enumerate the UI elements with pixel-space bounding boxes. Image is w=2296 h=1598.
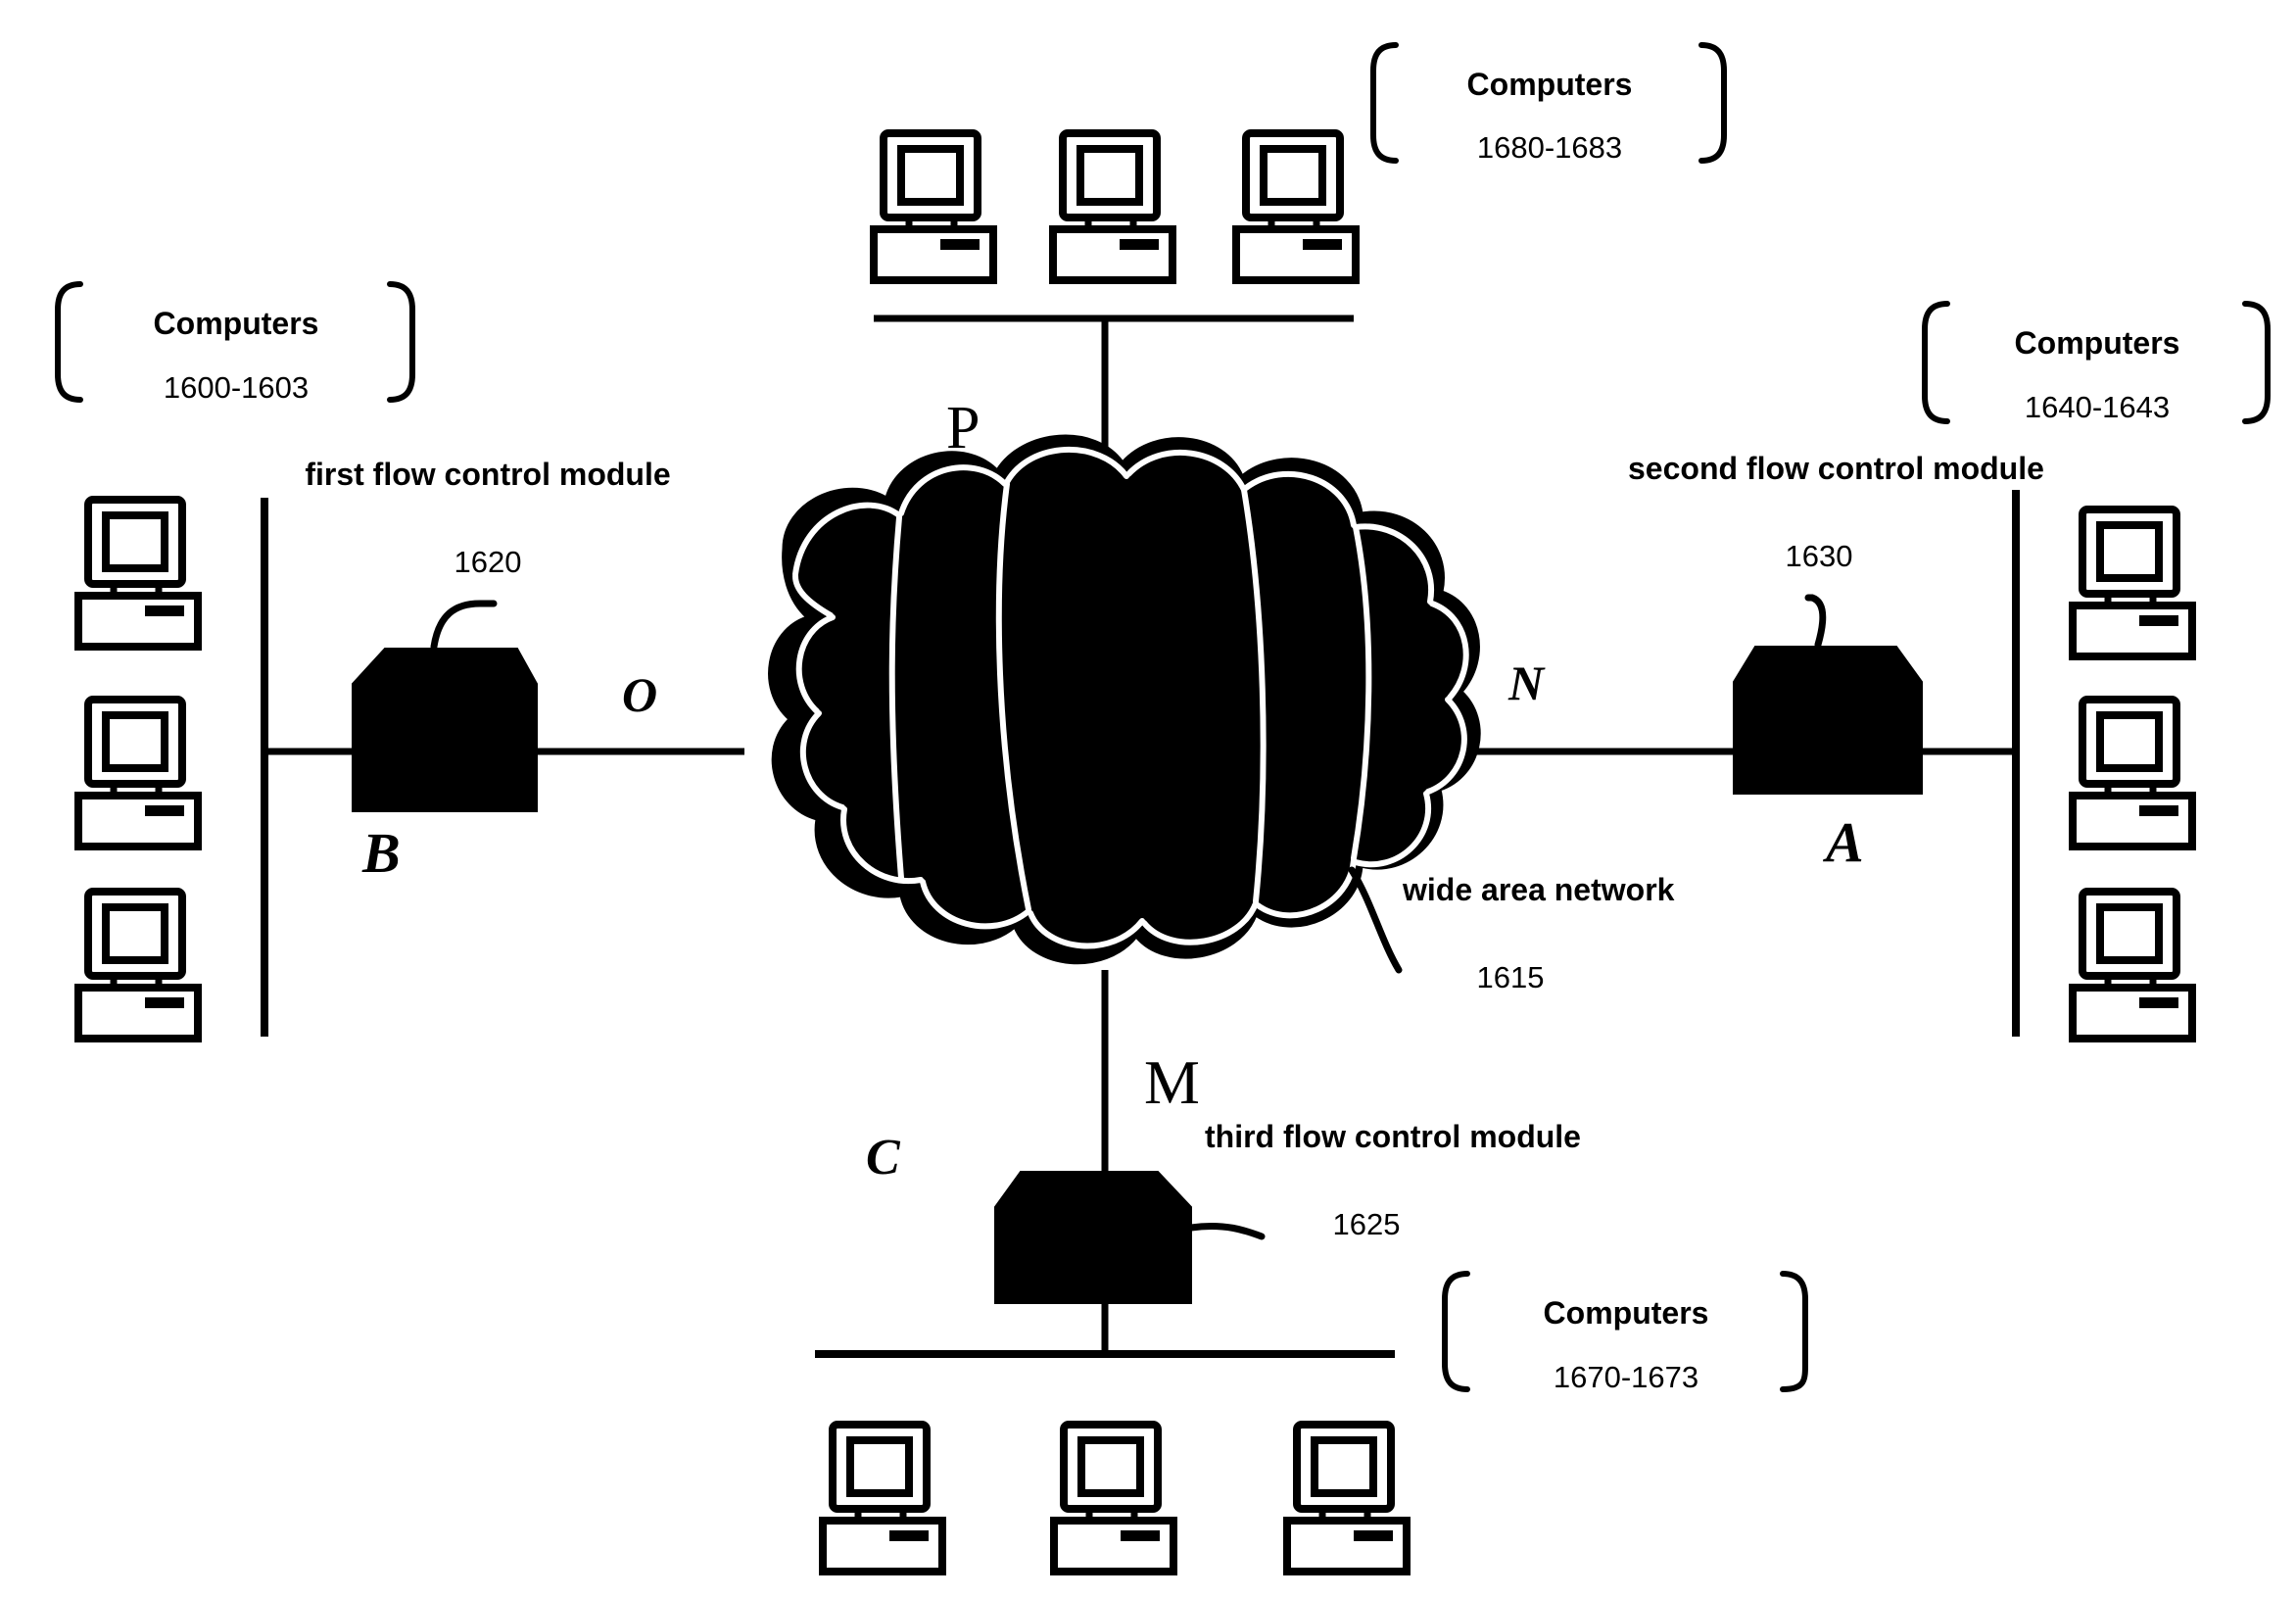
cloud-inner-div-3 [1241,487,1267,904]
group-label-left: Computers [153,306,319,341]
cloud-inner-div-1 [888,514,904,881]
cloud-scallop-9 [1353,791,1431,868]
group-range-bottom: 1670-1673 [1553,1360,1699,1394]
cloud-scallop-7 [1429,601,1469,701]
cloud-scallop-8 [1425,697,1467,795]
module-a-leader [1804,594,1827,649]
node-letter-a: A [1826,810,1864,874]
module-a-box [1733,646,1923,795]
second-module-ref: 1630 [1785,539,1853,573]
computer-icon [1054,1425,1173,1572]
cloud-scallop-12 [1028,910,1145,949]
cloud-name: wide area network [1403,872,1675,907]
cloud-scallop-6 [1353,523,1435,605]
computer-icon [2073,509,2192,656]
cloud-inner-div-4 [1351,524,1372,861]
group-label-bottom: Computers [1543,1295,1709,1331]
link-letter-n: N [1508,655,1545,710]
computer-icon [2073,700,2192,847]
cloud-scallop-13 [920,879,1031,930]
second-module-name: second flow control module [1628,451,2044,486]
module-c-box [994,1171,1192,1304]
cloud-scallop-15 [800,710,845,810]
cloud-scallop-5 [1243,470,1357,528]
cloud-scallop-10 [1255,857,1357,919]
first-module-ref: 1620 [454,545,522,579]
cloud-scallop-1 [792,502,902,577]
computer-group-right [2073,509,2192,1039]
cloud-scallop-2 [898,464,1008,516]
cloud-scallop-11 [1141,900,1259,945]
patent-figure: Computers 1680-1683 Computers 1600-1603 … [0,0,2296,1598]
cloud-scallop-4 [1125,450,1247,493]
first-flow-control-module[interactable] [352,600,538,812]
third-flow-control-module[interactable] [994,1171,1266,1304]
group-range-left: 1600-1603 [163,370,310,405]
group-range-right: 1640-1643 [2024,390,2171,424]
cloud-ref: 1615 [1476,960,1545,994]
annotation-p: P [946,395,981,461]
cloud-scallop-3 [1004,446,1129,485]
computer-group-bottom [823,1425,1407,1572]
computer-icon [1287,1425,1407,1572]
computer-icon [874,133,993,280]
computer-icon [2073,892,2192,1039]
group-label-right: Computers [2014,325,2180,361]
second-flow-control-module[interactable] [1733,594,1923,795]
module-b-leader [430,600,498,651]
group-range-top: 1680-1683 [1476,130,1623,165]
wide-area-network-cloud [768,434,1481,965]
third-module-name: third flow control module [1205,1119,1581,1154]
computer-icon [1053,133,1172,280]
node-letter-b: B [362,821,401,885]
computer-group-top [874,133,1356,280]
diagram-lines-layer [55,42,2271,1598]
module-c-leader [1187,1222,1266,1240]
link-letter-o: O [622,667,658,722]
cloud-leader-line [1348,866,1403,974]
group-label-top: Computers [1466,67,1633,102]
cloud-scallop-17 [792,573,834,618]
first-module-name: first flow control module [305,457,671,492]
computer-icon [1236,133,1356,280]
cloud-scallop-14 [840,806,924,885]
cloud-scallop-16 [795,614,836,714]
computer-icon [78,500,198,647]
computer-group-left [78,500,198,1039]
computer-icon [78,892,198,1039]
third-module-ref: 1625 [1332,1207,1401,1241]
cloud-inner-div-2 [995,481,1031,912]
node-letter-c: C [866,1130,900,1186]
computer-icon [78,700,198,847]
link-letter-m: M [1144,1047,1200,1117]
module-b-box [352,648,538,812]
computer-icon [823,1425,942,1572]
cloud-body [768,434,1481,965]
